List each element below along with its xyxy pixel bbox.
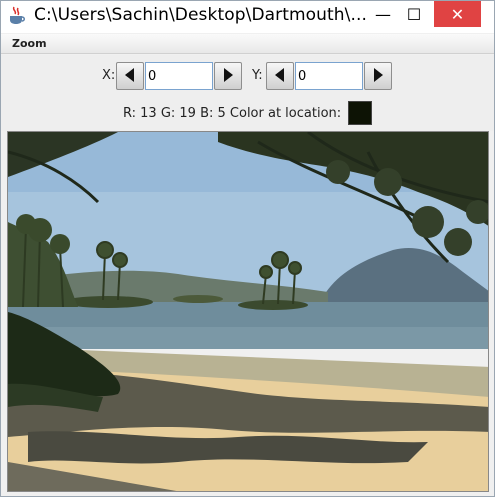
left-arrow-icon [125,67,135,86]
color-info-text: R: 13 G: 19 B: 5 Color at location: [123,106,342,121]
y-label: Y: [252,68,263,83]
x-label: X: [102,68,116,83]
menu-zoom[interactable]: Zoom [12,37,47,50]
x-increment-button[interactable] [214,62,242,90]
maximize-button[interactable]: ☐ [399,1,429,27]
left-arrow-icon [275,67,285,86]
color-swatch [348,101,372,125]
close-button[interactable]: ✕ [434,1,481,27]
right-arrow-icon [373,67,383,86]
minimize-button[interactable]: — [368,1,398,27]
app-window: C:\Users\Sachin\Desktop\Dartmouth\... — … [0,0,495,497]
right-arrow-icon [223,67,233,86]
y-decrement-button[interactable] [266,62,294,90]
x-decrement-button[interactable] [116,62,144,90]
title-bar[interactable]: C:\Users\Sachin\Desktop\Dartmouth\... — … [1,1,494,33]
x-field[interactable] [145,62,213,90]
beach-scene-image [8,132,488,491]
y-increment-button[interactable] [364,62,392,90]
java-cup-icon [8,6,26,26]
menu-bar: Zoom [1,34,494,54]
window-title: C:\Users\Sachin\Desktop\Dartmouth\... [34,5,368,25]
image-canvas[interactable] [7,131,489,492]
y-field[interactable] [295,62,363,90]
coordinate-controls: X: Y: R: 13 G: 19 B: 5 Color at location… [1,55,494,131]
